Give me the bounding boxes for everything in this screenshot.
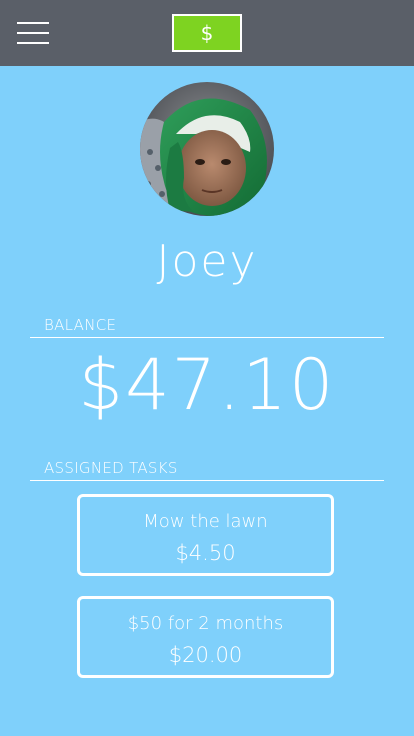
top-bar: $ — [0, 0, 414, 66]
menu-line — [17, 42, 49, 44]
assigned-tasks-label: ASSIGNED TASKS — [44, 459, 178, 477]
dollar-label: $ — [200, 21, 214, 45]
task-amount: $4.50 — [175, 541, 236, 565]
avatar-photo — [140, 82, 274, 216]
task-title: Mow the lawn — [143, 511, 268, 532]
hamburger-menu-icon[interactable] — [17, 22, 49, 44]
dollar-button[interactable]: $ — [172, 14, 242, 52]
task-card-mow-the-lawn[interactable]: Mow the lawn $4.50 — [77, 494, 334, 576]
avatar — [140, 82, 274, 216]
balance-amount: $47.10 — [78, 344, 336, 426]
balance-divider — [30, 337, 384, 338]
balance-label: BALANCE — [44, 316, 117, 334]
child-name: Joey — [156, 236, 258, 287]
task-amount: $20.00 — [168, 643, 243, 667]
task-card-50-for-2-months[interactable]: $50 for 2 months $20.00 — [77, 596, 334, 678]
task-title: $50 for 2 months — [127, 613, 284, 634]
menu-line — [17, 22, 49, 24]
tasks-divider — [30, 480, 384, 481]
menu-line — [17, 32, 49, 34]
